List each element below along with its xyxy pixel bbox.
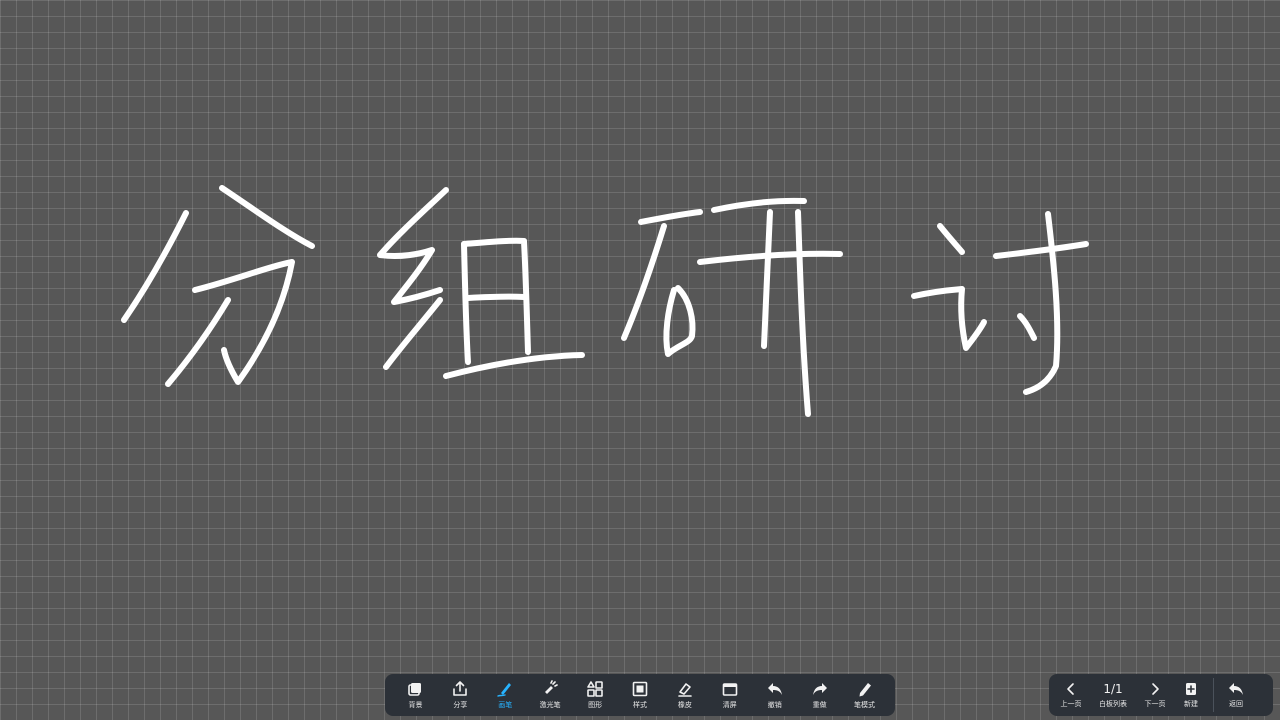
style-icon [632,681,648,697]
style-button[interactable]: 样式 [620,674,660,716]
pen-icon [497,683,512,697]
page-navigator: 上一页 1/1 白板列表 下一页 新建 返回 [1049,674,1273,716]
redo-label: 重做 [812,701,827,709]
pen-button[interactable]: 画笔 [485,674,525,716]
divider [1213,678,1214,712]
background-button[interactable]: 背景 [395,674,435,716]
ink-stroke [937,223,965,255]
ink-stroke [795,209,811,417]
next-page-label: 下一页 [1144,700,1166,708]
eraser-label: 橡皮 [677,701,692,709]
ink-stroke [638,209,703,225]
style-label: 样式 [632,701,647,709]
ink-stroke [465,293,527,301]
laser-pointer-label: 激光笔 [539,701,561,709]
pen-mode-label: 笔模式 [854,701,876,709]
undo-button[interactable]: 撤销 [755,674,795,716]
new-page-label: 新建 [1184,700,1198,708]
prev-page-button[interactable]: 上一页 [1053,674,1089,716]
ink-stroke [1017,313,1037,341]
undo-icon [767,683,782,695]
shapes-icon [587,681,603,697]
chevron-right-icon [1152,683,1159,695]
laser-pointer-button[interactable]: 激光笔 [530,674,570,716]
chevron-left-icon [1067,683,1074,695]
page-count: 1/1 [1103,682,1123,696]
new-page-icon [1186,683,1196,695]
shapes-label: 图形 [588,701,603,709]
pen-label: 画笔 [498,701,513,709]
share-label: 分享 [453,701,468,709]
ink-stroke [621,223,667,341]
handwriting-ink [121,185,1089,417]
bottom-toolbar: 背景 分享 画笔 激光笔 图形 样式 橡皮 清屏 撤销 重做 笔模式 [385,674,895,716]
ink-stroke [761,209,773,349]
share-icon [453,681,468,696]
pen-mode-button[interactable]: 笔模式 [845,674,885,716]
board-list-label: 白板列表 [1099,700,1127,708]
background-icon [408,683,422,696]
ink-stroke [219,185,315,249]
ink-stroke [165,297,231,387]
background-label: 背景 [408,701,423,709]
whiteboard-canvas[interactable] [0,0,1280,720]
clear-screen-button[interactable]: 清屏 [710,674,750,716]
shapes-button[interactable]: 图形 [575,674,615,716]
back-button[interactable]: 返回 [1218,674,1254,716]
prev-page-label: 上一页 [1060,700,1082,708]
ink-stroke [711,197,807,213]
clear-screen-label: 清屏 [722,701,737,709]
ink-stroke [383,297,443,370]
eraser-icon [678,683,692,697]
ink-stroke [663,285,696,357]
back-label: 返回 [1229,700,1243,708]
eraser-button[interactable]: 橡皮 [665,674,705,716]
undo-label: 撤销 [767,701,782,709]
back-icon [1229,683,1243,695]
pen-mode-icon [859,683,871,697]
laser-pointer-icon [545,680,558,694]
ink-stroke [993,241,1089,259]
board-list-button[interactable]: 1/1 白板列表 [1089,674,1137,716]
redo-button[interactable]: 重做 [800,674,840,716]
new-page-button[interactable]: 新建 [1173,674,1209,716]
ink-stroke [911,286,987,351]
share-button[interactable]: 分享 [440,674,480,716]
ink-stroke [121,210,189,323]
clear-screen-icon [722,683,738,696]
ink-stroke [461,241,471,365]
next-page-button[interactable]: 下一页 [1137,674,1173,716]
redo-icon [812,683,827,695]
ink-stroke [377,187,449,305]
ink-stroke [192,259,295,385]
ink-stroke [1023,211,1061,395]
